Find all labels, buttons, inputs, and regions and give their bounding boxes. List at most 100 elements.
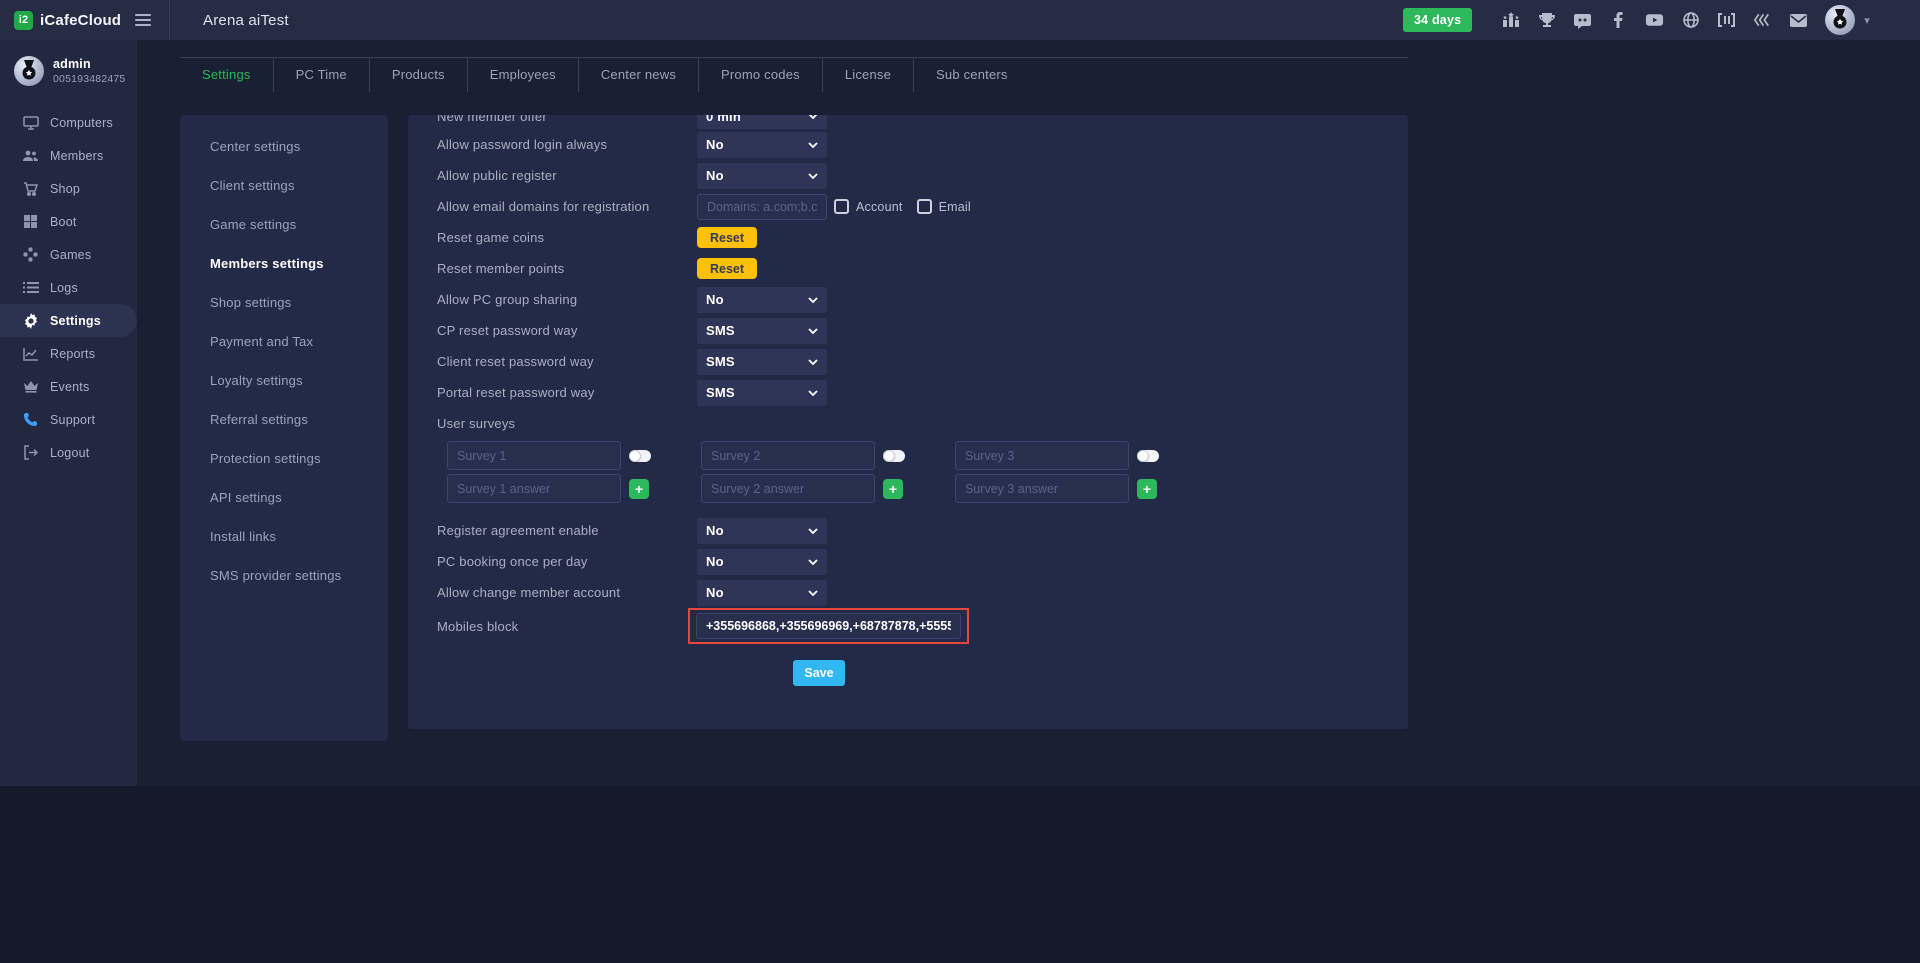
new-member-offer-select[interactable]: 0 min [697, 115, 827, 129]
pc-booking-select[interactable]: No [697, 549, 827, 575]
cp-reset-password-select[interactable]: SMS [697, 318, 827, 344]
chevron-down-icon [808, 359, 818, 365]
icafecloud-mark-icon[interactable] [1717, 11, 1736, 30]
submenu-referral-settings[interactable]: Referral settings [180, 400, 388, 439]
form-row-portal-reset-password: Portal reset password way SMS [437, 377, 1408, 408]
trophy-icon[interactable] [1537, 11, 1556, 30]
survey-3-input[interactable] [955, 441, 1129, 470]
field-label: Register agreement enable [437, 523, 697, 538]
tab-settings[interactable]: Settings [180, 58, 274, 92]
sidebar-item-shop[interactable]: Shop [0, 172, 137, 205]
save-button[interactable]: Save [793, 660, 845, 686]
profile-chevron-down-icon[interactable]: ▾ [1864, 14, 1870, 27]
password-login-always-select[interactable]: No [697, 132, 827, 158]
mobiles-block-input[interactable] [696, 613, 961, 639]
field-label: Client reset password way [437, 354, 697, 369]
reset-game-coins-button[interactable]: Reset [697, 227, 757, 248]
form-row-register-agreement: Register agreement enable No [437, 515, 1408, 546]
sidebar-user[interactable]: admin 005193482475 [0, 40, 137, 86]
brand-zone: i2 iCafeCloud [0, 0, 170, 40]
sidebar-item-label: Computers [50, 116, 113, 130]
survey-3-add-button[interactable]: + [1137, 479, 1157, 499]
globe-icon[interactable] [1681, 11, 1700, 30]
account-checkbox[interactable] [834, 199, 849, 214]
tab-promo-codes[interactable]: Promo codes [699, 58, 823, 92]
sidebar-item-reports[interactable]: Reports [0, 337, 137, 370]
field-label: CP reset password way [437, 323, 697, 338]
client-reset-password-select[interactable]: SMS [697, 349, 827, 375]
email-domains-input[interactable] [697, 194, 827, 220]
survey-2-add-button[interactable]: + [883, 479, 903, 499]
tab-employees[interactable]: Employees [468, 58, 579, 92]
survey-1-input[interactable] [447, 441, 621, 470]
sidebar-item-games[interactable]: Games [0, 238, 137, 271]
sidebar-item-label: Shop [50, 182, 80, 196]
public-register-select[interactable]: No [697, 163, 827, 189]
sidebar-nav: Computers Members Shop Boot Games Logs [0, 106, 137, 469]
submenu-game-settings[interactable]: Game settings [180, 205, 388, 244]
survey-2-toggle[interactable] [883, 450, 905, 462]
hamburger-menu-icon[interactable] [135, 14, 151, 26]
account-checkbox-label: Account [856, 200, 903, 214]
form-row-user-surveys-label: User surveys [437, 408, 1408, 439]
portal-reset-password-select[interactable]: SMS [697, 380, 827, 406]
submenu-api-settings[interactable]: API settings [180, 478, 388, 517]
survey-2-answer-input[interactable] [701, 474, 875, 503]
survey-3-answer-input[interactable] [955, 474, 1129, 503]
sidebar-item-events[interactable]: Events [0, 370, 137, 403]
monitor-icon [22, 114, 39, 131]
form-row-client-reset-password: Client reset password way SMS [437, 346, 1408, 377]
submenu-members-settings[interactable]: Members settings [180, 244, 388, 283]
chevron-down-icon [808, 173, 818, 179]
survey-2-input[interactable] [701, 441, 875, 470]
brand-name: iCafeCloud [40, 12, 121, 29]
sidebar-item-boot[interactable]: Boot [0, 205, 137, 238]
form-row-mobiles-block: Mobiles block [437, 608, 1408, 644]
tab-products[interactable]: Products [370, 58, 468, 92]
email-checkbox[interactable] [917, 199, 932, 214]
chevron-down-icon [808, 142, 818, 148]
survey-1-add-button[interactable]: + [629, 479, 649, 499]
discord-icon[interactable] [1573, 11, 1592, 30]
submenu-protection-settings[interactable]: Protection settings [180, 439, 388, 478]
survey-1-answer-input[interactable] [447, 474, 621, 503]
form-row-pc-booking: PC booking once per day No [437, 546, 1408, 577]
tab-license[interactable]: License [823, 58, 914, 92]
facebook-icon[interactable] [1609, 11, 1628, 30]
survey-1-toggle[interactable] [629, 450, 651, 462]
reset-member-points-button[interactable]: Reset [697, 258, 757, 279]
youtube-icon[interactable] [1645, 11, 1664, 30]
tab-pc-time[interactable]: PC Time [274, 58, 370, 92]
sidebar-item-support[interactable]: Support [0, 403, 137, 436]
settings-submenu: Center settings Client settings Game set… [180, 115, 388, 741]
submenu-sms-provider-settings[interactable]: SMS provider settings [180, 556, 388, 595]
user-avatar[interactable] [1825, 5, 1855, 35]
change-member-account-select[interactable]: No [697, 580, 827, 606]
sidebar-item-computers[interactable]: Computers [0, 106, 137, 139]
sidebar-item-logout[interactable]: Logout [0, 436, 137, 469]
submenu-loyalty-settings[interactable]: Loyalty settings [180, 361, 388, 400]
app-root: i2 iCafeCloud Arena aiTest 34 days [0, 0, 1920, 963]
submenu-center-settings[interactable]: Center settings [180, 127, 388, 166]
ranking-icon[interactable] [1501, 11, 1520, 30]
sidebar-item-settings[interactable]: Settings [0, 304, 137, 337]
pc-group-sharing-select[interactable]: No [697, 287, 827, 313]
submenu-install-links[interactable]: Install links [180, 517, 388, 556]
sidebar-item-logs[interactable]: Logs [0, 271, 137, 304]
license-days-badge[interactable]: 34 days [1403, 8, 1472, 32]
survey-3-toggle[interactable] [1137, 450, 1159, 462]
tab-center-news[interactable]: Center news [579, 58, 699, 92]
layers-icon[interactable] [1753, 11, 1772, 30]
form-row-reset-game-coins: Reset game coins Reset [437, 222, 1408, 253]
submenu-shop-settings[interactable]: Shop settings [180, 283, 388, 322]
logout-icon [22, 444, 39, 461]
tab-sub-centers[interactable]: Sub centers [914, 58, 1030, 92]
people-icon [22, 147, 39, 164]
sidebar-item-members[interactable]: Members [0, 139, 137, 172]
register-agreement-select[interactable]: No [697, 518, 827, 544]
submenu-payment-and-tax[interactable]: Payment and Tax [180, 322, 388, 361]
submenu-client-settings[interactable]: Client settings [180, 166, 388, 205]
mail-icon[interactable] [1789, 11, 1808, 30]
field-label: Portal reset password way [437, 385, 697, 400]
sidebar-item-label: Logout [50, 446, 89, 460]
